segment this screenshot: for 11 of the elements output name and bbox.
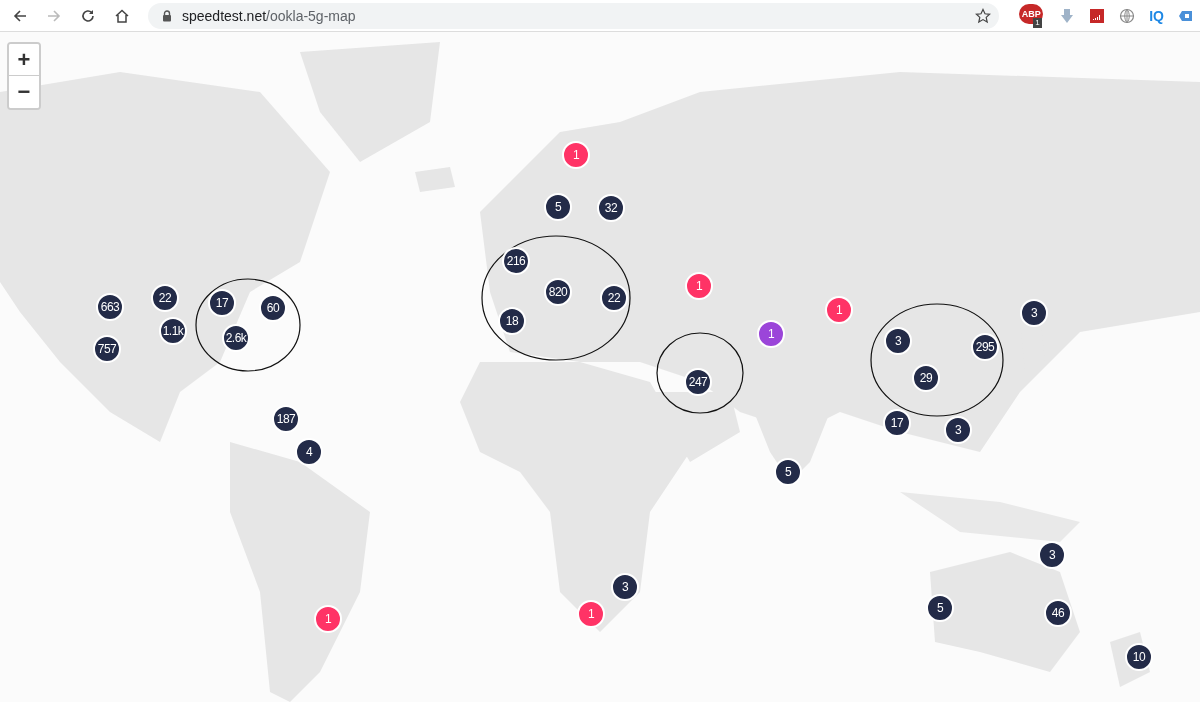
zoom-in-button[interactable]: +: [9, 44, 39, 76]
star-icon[interactable]: [975, 7, 992, 24]
globe-icon[interactable]: [1119, 7, 1136, 24]
iq-icon[interactable]: IQ: [1149, 7, 1164, 24]
reload-icon[interactable]: [80, 7, 96, 24]
bar-chart-icon[interactable]: [1089, 7, 1106, 24]
back-icon[interactable]: [12, 7, 28, 24]
home-icon[interactable]: [114, 7, 130, 24]
extension-badge: 1: [1033, 17, 1042, 28]
lock-icon: [162, 9, 172, 22]
address-bar[interactable]: speedtest.net/ookla-5g-map: [148, 2, 1000, 29]
